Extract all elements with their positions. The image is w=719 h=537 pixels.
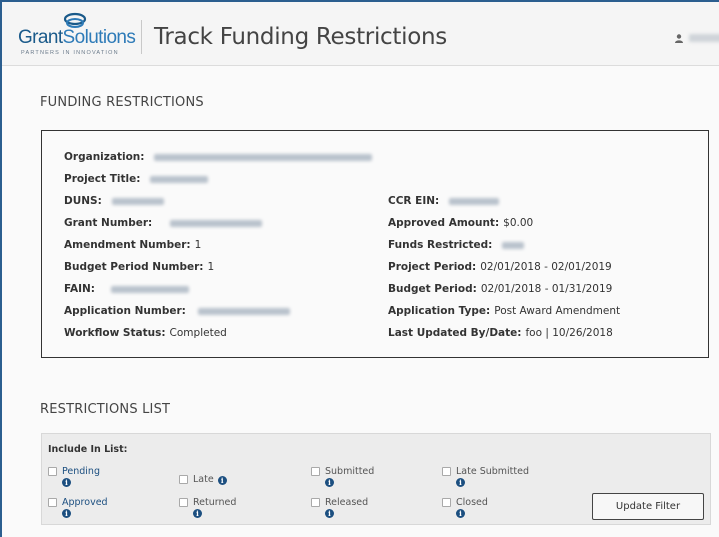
amendment-number-label: Amendment Number:	[64, 239, 191, 251]
organization-field: Organization:	[64, 151, 373, 163]
logo-tagline: PARTNERS IN INNOVATION	[21, 50, 119, 56]
workflow-status-field: Workflow Status: Completed	[64, 327, 227, 339]
grantsolutions-logo[interactable]: GrantSolutions PARTNERS IN INNOVATION	[18, 12, 136, 58]
last-updated-value: foo | 10/26/2018	[525, 327, 613, 339]
approved-label: Approved	[62, 497, 108, 508]
application-number-label: Application Number:	[64, 305, 186, 317]
late-checkbox[interactable]	[179, 475, 188, 484]
last-updated-label: Last Updated By/Date:	[388, 327, 522, 339]
budget-period-value: 02/01/2018 - 01/31/2019	[480, 283, 613, 295]
filter-late-submitted[interactable]: Late Submitted i	[442, 466, 542, 488]
closed-info-icon[interactable]: i	[456, 509, 465, 518]
returned-label: Returned	[193, 497, 237, 508]
returned-info-icon[interactable]: i	[193, 509, 202, 518]
pending-checkbox[interactable]	[48, 467, 57, 476]
filter-late[interactable]: Late i	[179, 474, 259, 486]
funds-restricted-field: Funds Restricted:	[388, 239, 525, 251]
filter-pending[interactable]: Pending i	[48, 466, 128, 488]
submitted-info-icon[interactable]: i	[325, 478, 334, 487]
late-info-icon[interactable]: i	[217, 476, 227, 485]
project-period-label: Project Period:	[388, 261, 477, 273]
approved-checkbox[interactable]	[48, 498, 57, 507]
late-submitted-info-icon[interactable]: i	[456, 478, 465, 487]
project-period-value: 02/01/2018 - 02/01/2019	[480, 261, 612, 273]
project-title-field: Project Title:	[64, 173, 209, 185]
include-in-list-label: Include In List:	[48, 444, 128, 455]
grant-number-label: Grant Number:	[64, 217, 153, 229]
budget-period-number-value: 1	[207, 261, 215, 273]
filter-returned[interactable]: Returned i	[179, 497, 259, 519]
grant-number-field: Grant Number:	[64, 217, 263, 229]
budget-period-field: Budget Period: 02/01/2018 - 01/31/2019	[388, 283, 612, 295]
approved-info-icon[interactable]: i	[62, 509, 71, 518]
submitted-label: Submitted	[325, 466, 375, 477]
funds-restricted-label: Funds Restricted:	[388, 239, 493, 251]
application-type-field: Application Type: Post Award Amendment	[388, 305, 620, 317]
workflow-status-value: Completed	[169, 327, 227, 339]
duns-value-redacted	[111, 197, 164, 205]
closed-label: Closed	[456, 497, 488, 508]
filter-closed[interactable]: Closed i	[442, 497, 532, 519]
last-updated-field: Last Updated By/Date: foo | 10/26/2018	[388, 327, 613, 339]
late-option: Late i	[193, 474, 227, 485]
logo-wordmark: GrantSolutions	[18, 27, 136, 49]
grant-number-value-redacted	[170, 219, 263, 227]
amendment-number-field: Amendment Number: 1	[64, 239, 201, 251]
late-submitted-checkbox[interactable]	[442, 467, 451, 476]
late-label: Late	[193, 474, 214, 485]
approved-amount-value: $0.00	[503, 217, 534, 229]
duns-field: DUNS:	[64, 195, 164, 207]
application-number-value-redacted	[197, 307, 290, 315]
logo-solutions-text: Solutions	[62, 27, 136, 48]
application-type-value: Post Award Amendment	[494, 305, 621, 317]
page-title: Track Funding Restrictions	[154, 24, 447, 50]
ccr-ein-value-redacted	[449, 197, 500, 205]
closed-checkbox[interactable]	[442, 498, 451, 507]
project-title-value-redacted	[150, 175, 209, 183]
user-menu[interactable]	[675, 32, 719, 44]
project-title-label: Project Title:	[64, 173, 141, 185]
approved-amount-field: Approved Amount: $0.00	[388, 217, 533, 229]
ccr-ein-label: CCR EIN:	[388, 195, 440, 207]
update-filter-button[interactable]: Update Filter	[592, 493, 704, 520]
amendment-number-value: 1	[194, 239, 202, 251]
filter-released[interactable]: Released i	[311, 497, 401, 519]
released-checkbox[interactable]	[311, 498, 320, 507]
application-type-label: Application Type:	[388, 305, 491, 317]
released-info-icon[interactable]: i	[325, 509, 334, 518]
duns-label: DUNS:	[64, 195, 102, 207]
budget-period-label: Budget Period:	[388, 283, 477, 295]
submitted-checkbox[interactable]	[311, 467, 320, 476]
header-divider	[141, 20, 142, 54]
budget-period-number-label: Budget Period Number:	[64, 261, 204, 273]
logo-grant-text: Grant	[18, 27, 63, 48]
project-period-field: Project Period: 02/01/2018 - 02/01/2019	[388, 261, 612, 273]
fain-field: FAIN:	[64, 283, 189, 295]
funds-restricted-value-redacted	[502, 241, 525, 249]
ccr-ein-field: CCR EIN:	[388, 195, 500, 207]
application-number-field: Application Number:	[64, 305, 290, 317]
pending-label: Pending	[62, 466, 100, 477]
user-name-redacted	[689, 34, 719, 42]
fain-label: FAIN:	[64, 283, 95, 295]
pending-info-icon[interactable]: i	[62, 478, 71, 487]
fain-value-redacted	[111, 285, 189, 293]
app-header: GrantSolutions PARTNERS IN INNOVATION Tr…	[2, 2, 719, 66]
returned-checkbox[interactable]	[179, 498, 188, 507]
restrictions-section-title: RESTRICTIONS LIST	[40, 402, 171, 417]
funding-section-title: FUNDING RESTRICTIONS	[40, 95, 204, 110]
organization-label: Organization:	[64, 151, 145, 163]
organization-value-redacted	[154, 153, 373, 161]
filter-submitted[interactable]: Submitted i	[311, 466, 401, 488]
workflow-status-label: Workflow Status:	[64, 327, 166, 339]
filter-approved[interactable]: Approved i	[48, 497, 128, 519]
user-icon	[675, 33, 683, 43]
late-submitted-label: Late Submitted	[456, 466, 530, 477]
released-label: Released	[325, 497, 369, 508]
funding-details-panel: Organization: Project Title: DUNS: Grant…	[41, 130, 709, 358]
approved-amount-label: Approved Amount:	[388, 217, 500, 229]
budget-period-number-field: Budget Period Number: 1	[64, 261, 214, 273]
